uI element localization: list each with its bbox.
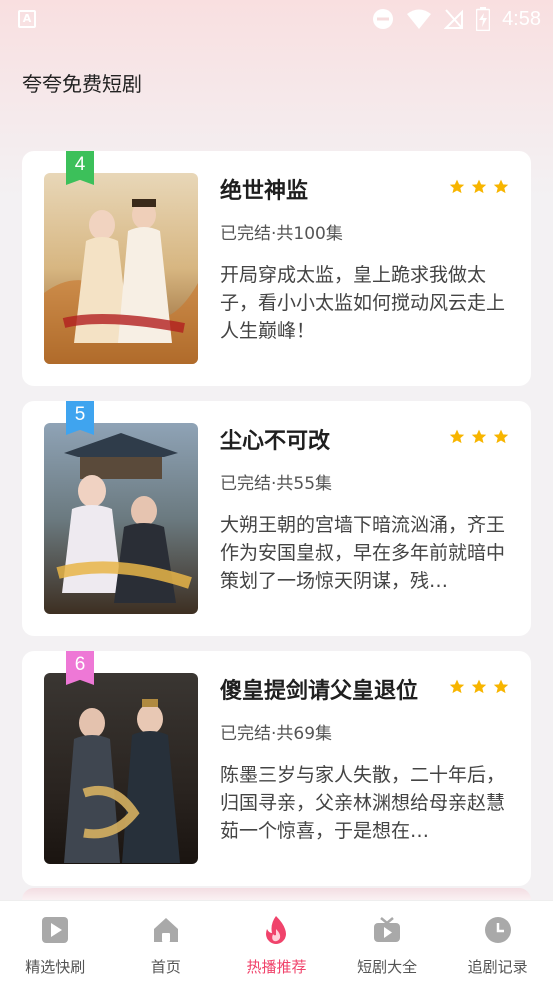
drama-meta: 已完结·共55集 xyxy=(220,474,333,494)
tab-featured[interactable]: 精选快刷 xyxy=(0,901,111,983)
app-title: 夸夸免费短剧 xyxy=(22,72,142,96)
status-bar: A 4:58 xyxy=(0,0,553,38)
star-icon xyxy=(471,679,487,694)
star-icon xyxy=(449,429,465,444)
drama-title[interactable]: 绝世神监 xyxy=(220,173,308,205)
flame-icon xyxy=(266,916,287,944)
bottom-tab-bar: 精选快刷 首页 热播推荐 短剧大全 追剧记录 xyxy=(0,900,553,983)
status-icons: 4:58 xyxy=(372,6,541,32)
clock-icon xyxy=(484,917,511,943)
star-icon xyxy=(493,429,509,444)
home-icon xyxy=(153,918,178,942)
drama-description: 开局穿成太监，皇上跪求我做太子，看小小太监如何搅动风云走上人生巅峰！ xyxy=(220,264,506,342)
drama-description: 陈墨三岁与家人失散，二十年后，归国寻亲，父亲林渊想给母亲赵慧茹一个惊喜，于是想在… xyxy=(220,764,506,842)
drama-card[interactable]: 5 尘心不可改 已完结·共55集 大朔王朝的宫墙下暗流汹涌，齐王作为安国皇叔，早… xyxy=(22,401,531,636)
tab-label: 短剧大全 xyxy=(357,958,418,976)
star-icon xyxy=(449,179,465,194)
status-time: 4:58 xyxy=(502,7,541,30)
tab-all-dramas[interactable]: 短剧大全 xyxy=(332,901,443,983)
play-square-icon xyxy=(42,917,69,943)
tab-home[interactable]: 首页 xyxy=(111,901,222,983)
tab-label: 精选快刷 xyxy=(25,958,86,976)
no-signal-icon xyxy=(444,9,464,29)
tab-hot-recommend[interactable]: 热播推荐 xyxy=(221,901,332,983)
cover-art xyxy=(44,173,198,364)
tab-watch-history[interactable]: 追剧记录 xyxy=(442,901,553,983)
drama-meta: 已完结·共100集 xyxy=(220,224,343,244)
rank-badge: 5 xyxy=(66,401,94,435)
drama-description: 大朔王朝的宫墙下暗流汹涌，齐王作为安国皇叔，早在多年前就暗中策划了一场惊天阴谋，… xyxy=(220,514,506,592)
drama-cover[interactable] xyxy=(44,173,198,364)
drama-title[interactable]: 傻皇提剑请父皇退位 xyxy=(220,673,418,705)
tab-label: 热播推荐 xyxy=(246,958,307,976)
cover-art xyxy=(44,673,198,864)
app-notification-icon: A xyxy=(18,10,36,28)
drama-cover[interactable] xyxy=(44,423,198,614)
cover-art xyxy=(44,423,198,614)
star-rating xyxy=(449,679,509,695)
star-icon xyxy=(493,179,509,194)
tv-icon xyxy=(374,917,401,942)
drama-title[interactable]: 尘心不可改 xyxy=(220,423,330,455)
battery-charging-icon xyxy=(476,7,491,31)
star-icon xyxy=(471,179,487,194)
star-rating xyxy=(449,179,509,195)
wifi-icon xyxy=(407,9,432,29)
dnd-icon xyxy=(373,9,394,29)
star-icon xyxy=(449,679,465,694)
drama-card[interactable]: 6 傻皇提剑请父皇退位 已完结·共69集 陈墨三岁与家人失散，二十年后，归国寻亲… xyxy=(22,651,531,886)
tab-label: 首页 xyxy=(150,958,181,976)
tab-label: 追剧记录 xyxy=(467,958,528,976)
drama-cover[interactable] xyxy=(44,673,198,864)
drama-card[interactable]: 4 绝世神监 已完结·共100集 开局穿成太监，皇上跪求我做太子，看小小太监如何… xyxy=(22,151,531,386)
star-icon xyxy=(471,429,487,444)
star-rating xyxy=(449,429,509,445)
star-icon xyxy=(493,679,509,694)
drama-meta: 已完结·共69集 xyxy=(220,724,333,744)
rank-badge: 4 xyxy=(66,151,94,185)
